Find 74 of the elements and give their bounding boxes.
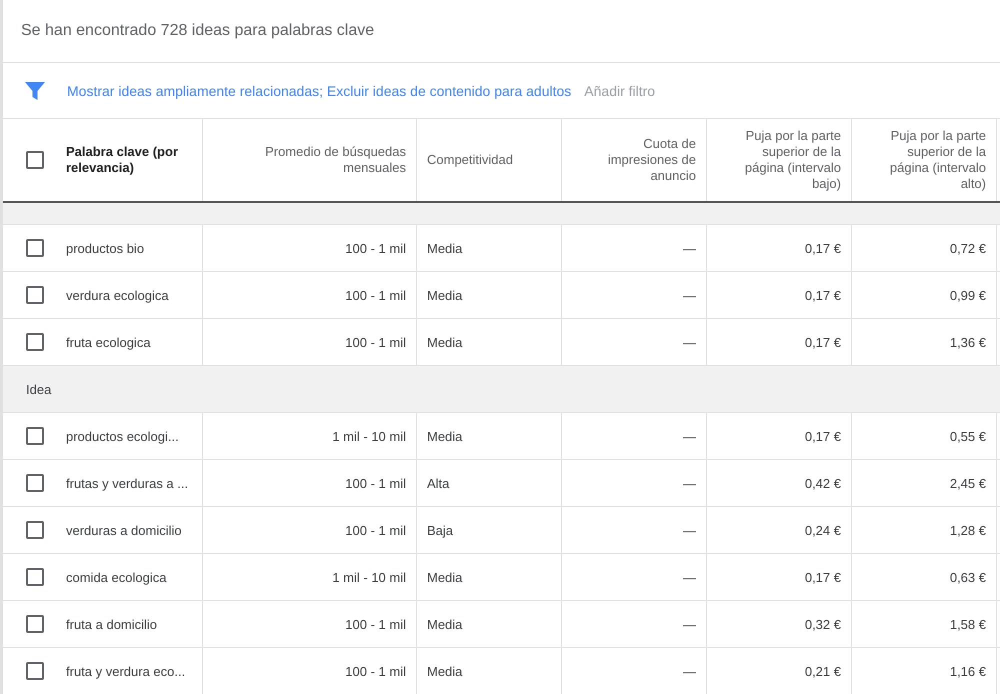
row-checkbox[interactable] <box>26 662 44 680</box>
column-header[interactable]: Puja por la parte superior de la página (intervalo alto) <box>874 128 986 192</box>
select-all-checkbox[interactable] <box>26 151 44 169</box>
table-cell: Media <box>427 570 462 584</box>
table-cell: Media <box>427 664 462 678</box>
table-cell: 0,55 € <box>950 428 986 444</box>
row-checkbox[interactable] <box>26 521 44 539</box>
column-header[interactable]: Promedio de búsquedas mensuales <box>213 144 406 176</box>
table-cell: 0,17 € <box>804 570 841 584</box>
table-cell: 2,45 € <box>950 476 986 490</box>
table-cell: 1,36 € <box>950 334 986 350</box>
table-cell: — <box>683 616 696 632</box>
table-cell: fruta y verdura eco... <box>66 664 186 678</box>
table-cell: verdura ecologica <box>66 288 169 302</box>
table-cell: 0,72 € <box>950 240 986 256</box>
table-cell: 1 mil - 10 mil <box>332 570 406 584</box>
table-cell: 100 - 1 mil <box>345 664 406 678</box>
table-cell: Media <box>427 240 462 256</box>
table-cell: — <box>683 664 696 678</box>
table-cell: 0,21 € <box>804 664 841 678</box>
filter-icon[interactable] <box>25 82 45 100</box>
table-cell: — <box>683 428 696 444</box>
table-cell: 0,63 € <box>950 570 986 584</box>
table-cell: frutas y verduras a ... <box>66 476 188 490</box>
column-header[interactable]: Cuota de impresiones de anuncio <box>596 136 696 184</box>
group-label: Idea <box>26 382 52 396</box>
row-checkbox[interactable] <box>26 427 44 445</box>
table-cell: — <box>683 570 696 584</box>
table-cell: 100 - 1 mil <box>345 616 406 632</box>
row-checkbox[interactable] <box>26 333 44 351</box>
table-cell: Baja <box>427 522 454 538</box>
table-cell: — <box>683 334 696 350</box>
table-cell: productos ecologi... <box>66 428 179 444</box>
row-checkbox[interactable] <box>26 286 44 304</box>
row-checkbox[interactable] <box>26 239 44 257</box>
results-title: Se han encontrado 728 ideas para palabras clave <box>21 22 374 40</box>
row-checkbox[interactable] <box>26 568 44 586</box>
column-header[interactable]: Puja por la parte superior de la página (intervalo bajo) <box>729 128 841 192</box>
table-cell: 100 - 1 mil <box>345 522 406 538</box>
row-checkbox[interactable] <box>26 615 44 633</box>
table-cell: 100 - 1 mil <box>345 288 406 302</box>
table-cell: verduras a domicilio <box>66 522 182 538</box>
table-cell: productos bio <box>66 240 144 256</box>
column-header[interactable]: Competitividad <box>427 152 513 168</box>
table-cell: 1 mil - 10 mil <box>332 428 406 444</box>
table-cell: 0,17 € <box>804 288 841 302</box>
table-cell: 100 - 1 mil <box>345 476 406 490</box>
table-cell: 100 - 1 mil <box>345 240 406 256</box>
table-cell: 0,99 € <box>950 288 986 302</box>
table-cell: — <box>683 240 696 256</box>
table-cell: Alta <box>427 476 450 490</box>
table-cell: Media <box>427 428 462 444</box>
table-cell: — <box>683 522 696 538</box>
table-cell: — <box>683 288 696 302</box>
table-cell: 0,42 € <box>804 476 841 490</box>
table-cell: 1,16 € <box>950 664 986 678</box>
table-cell: 0,17 € <box>804 334 841 350</box>
table-cell: Media <box>427 334 462 350</box>
table-cell: fruta a domicilio <box>66 616 158 632</box>
table-cell: 0,17 € <box>804 428 841 444</box>
table-cell: 100 - 1 mil <box>345 334 406 350</box>
table-cell: 0,24 € <box>804 522 841 538</box>
table-cell: 0,32 € <box>804 616 841 632</box>
column-header[interactable]: Palabra clave (por relevancia) <box>66 144 186 176</box>
table-cell: fruta ecologica <box>66 334 151 350</box>
table-cell: — <box>683 476 696 490</box>
table-cell: Media <box>427 616 462 632</box>
table-cell: 1,28 € <box>950 522 986 538</box>
table-cell: 1,58 € <box>950 616 986 632</box>
table-cell: Media <box>427 288 462 302</box>
row-checkbox[interactable] <box>26 474 44 492</box>
table-cell: comida ecologica <box>66 570 166 584</box>
applied-filters-link[interactable]: Mostrar ideas ampliamente relacionadas; Excluir ideas de contenido para adultos <box>67 82 572 98</box>
table-cell: 0,17 € <box>804 240 841 256</box>
